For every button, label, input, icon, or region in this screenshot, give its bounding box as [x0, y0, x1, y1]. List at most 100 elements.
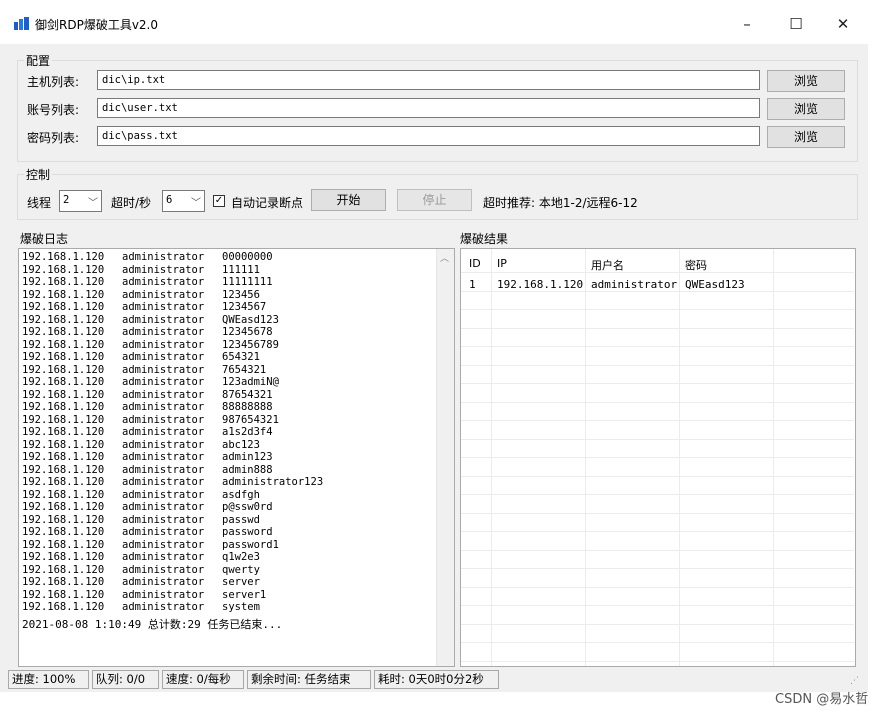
status-progress: 进度: 100%	[8, 670, 89, 689]
column-header-username[interactable]: 用户名	[591, 257, 624, 273]
host-browse-button[interactable]: 浏览	[767, 70, 845, 92]
log-ip: 192.168.1.120	[22, 501, 105, 513]
main-window: 御剑RDP爆破工具v2.0 – ☐ ✕ 配置 主机列表: dic\ip.txt …	[0, 0, 868, 692]
column-header-ip[interactable]: IP	[497, 257, 507, 270]
title-bar: 御剑RDP爆破工具v2.0 – ☐ ✕	[0, 0, 868, 44]
grid-line	[461, 327, 854, 329]
log-line: 192.168.1.120 administrator system	[19, 601, 454, 614]
result-username[interactable]: administrator	[591, 278, 677, 291]
grid-line	[461, 549, 854, 551]
log-password: 87654321	[222, 388, 273, 401]
user-browse-button[interactable]: 浏览	[767, 98, 845, 120]
log-password: password	[222, 526, 273, 538]
log-user: administrator	[122, 576, 205, 588]
status-elapsed: 耗时: 0天0时0分2秒	[374, 670, 499, 689]
log-ip: 192.168.1.120	[22, 438, 105, 451]
log-ip: 192.168.1.120	[22, 576, 105, 588]
maximize-button[interactable]: ☐	[779, 12, 813, 36]
grid-line	[461, 642, 854, 643]
log-user: administrator	[122, 426, 205, 438]
log-ip: 192.168.1.120	[22, 276, 105, 288]
log-textarea[interactable]: 192.168.1.120 administrator 00000000 192.16…	[18, 248, 455, 667]
close-button[interactable]: ✕	[826, 12, 860, 36]
pass-list-label: 密码列表:	[27, 131, 80, 145]
chevron-down-icon: ﹀	[88, 198, 98, 209]
result-ip[interactable]: 192.168.1.120	[497, 278, 583, 291]
pass-list-input[interactable]: dic\pass.txt	[97, 126, 760, 146]
log-password: 00000000	[222, 251, 273, 263]
log-line: 192.168.1.120 administrator 654321	[19, 351, 454, 364]
log-line: 192.168.1.120 administrator 00000000	[19, 251, 454, 264]
grid-line	[461, 660, 854, 662]
log-ip: 192.168.1.120	[22, 301, 105, 313]
log-ip: 192.168.1.120	[22, 513, 105, 526]
chevron-down-icon: ﹀	[191, 198, 201, 209]
log-line: 192.168.1.120 administrator p@ssw0rd	[19, 501, 454, 514]
column-header-password[interactable]: 密码	[685, 257, 707, 273]
results-table[interactable]: ID IP 用户名 密码 1 192.168.1.120 administrat…	[460, 248, 856, 667]
user-list-input[interactable]: dic\user.txt	[97, 98, 760, 118]
log-password: 123456789	[222, 338, 279, 351]
log-line: 192.168.1.120 administrator 123456789	[19, 339, 454, 352]
host-list-input[interactable]: dic\ip.txt	[97, 70, 760, 90]
log-user: administrator	[122, 351, 205, 363]
log-line: 192.168.1.120 administrator admin888	[19, 464, 454, 477]
start-button[interactable]: 开始	[311, 189, 386, 211]
window-title: 御剑RDP爆破工具v2.0	[35, 18, 159, 32]
log-ip: 192.168.1.120	[22, 588, 105, 601]
log-password: server1	[222, 588, 267, 601]
log-password: admin888	[222, 463, 273, 476]
log-line: 192.168.1.120 administrator administrator1…	[19, 476, 454, 489]
grid-line	[461, 586, 854, 588]
log-ip: 192.168.1.120	[22, 376, 105, 388]
chevron-up-icon[interactable]: ︿	[440, 251, 449, 264]
log-ip: 192.168.1.120	[22, 413, 105, 426]
log-password: password1	[222, 538, 279, 551]
log-ip: 192.168.1.120	[22, 476, 105, 488]
log-ip: 192.168.1.120	[22, 563, 105, 576]
log-ip: 192.168.1.120	[22, 313, 105, 326]
log-password: administrator123	[222, 476, 324, 488]
log-ip: 192.168.1.120	[22, 401, 105, 413]
stop-button[interactable]: 停止	[397, 189, 472, 211]
log-password: 123admiN@	[222, 376, 279, 388]
timeout-select[interactable]: 6 ﹀	[162, 190, 205, 212]
log-user: administrator	[122, 601, 205, 613]
pass-browse-button[interactable]: 浏览	[767, 126, 845, 148]
log-ip: 192.168.1.120	[22, 551, 105, 563]
threads-select[interactable]: 2 ﹀	[59, 190, 102, 212]
column-header-id[interactable]: ID	[469, 257, 481, 270]
log-user: administrator	[122, 588, 205, 601]
log-line: 192.168.1.120 administrator qwerty	[19, 564, 454, 577]
log-line: 192.168.1.120 administrator 123456	[19, 289, 454, 302]
log-ip: 192.168.1.120	[22, 538, 105, 551]
resize-grip-icon[interactable]: ⋰	[850, 676, 859, 686]
result-id[interactable]: 1	[469, 278, 476, 291]
log-user: administrator	[122, 451, 205, 463]
log-line: 192.168.1.120 administrator passwd	[19, 514, 454, 527]
log-line: 192.168.1.120 administrator asdfgh	[19, 489, 454, 502]
grid-line	[461, 401, 854, 403]
log-user: administrator	[122, 263, 205, 276]
log-user: administrator	[122, 338, 205, 351]
log-password: 111111	[222, 263, 260, 276]
log-line: 192.168.1.120 administrator 123admiN@	[19, 376, 454, 389]
grid-line	[461, 494, 854, 495]
timeout-label: 超时/秒	[111, 196, 152, 210]
result-password[interactable]: QWEasd123	[685, 278, 745, 291]
log-password: a1s2d3f4	[222, 426, 273, 438]
log-password: qwerty	[222, 563, 260, 576]
grid-line	[461, 605, 854, 606]
log-ip: 192.168.1.120	[22, 351, 105, 363]
log-user: administrator	[122, 463, 205, 476]
autosave-checkbox[interactable]: ✓	[213, 195, 225, 207]
log-user: administrator	[122, 413, 205, 426]
log-line: 192.168.1.120 administrator abc123	[19, 439, 454, 452]
log-password: 7654321	[222, 363, 267, 376]
minimize-button[interactable]: –	[730, 12, 764, 36]
log-ip: 192.168.1.120	[22, 338, 105, 351]
status-speed: 速度: 0/每秒	[162, 670, 244, 689]
log-scrollbar[interactable]: ︿	[436, 249, 454, 666]
log-password: q1w2e3	[222, 551, 260, 563]
status-remaining: 剩余时间: 任务结束	[247, 670, 371, 689]
